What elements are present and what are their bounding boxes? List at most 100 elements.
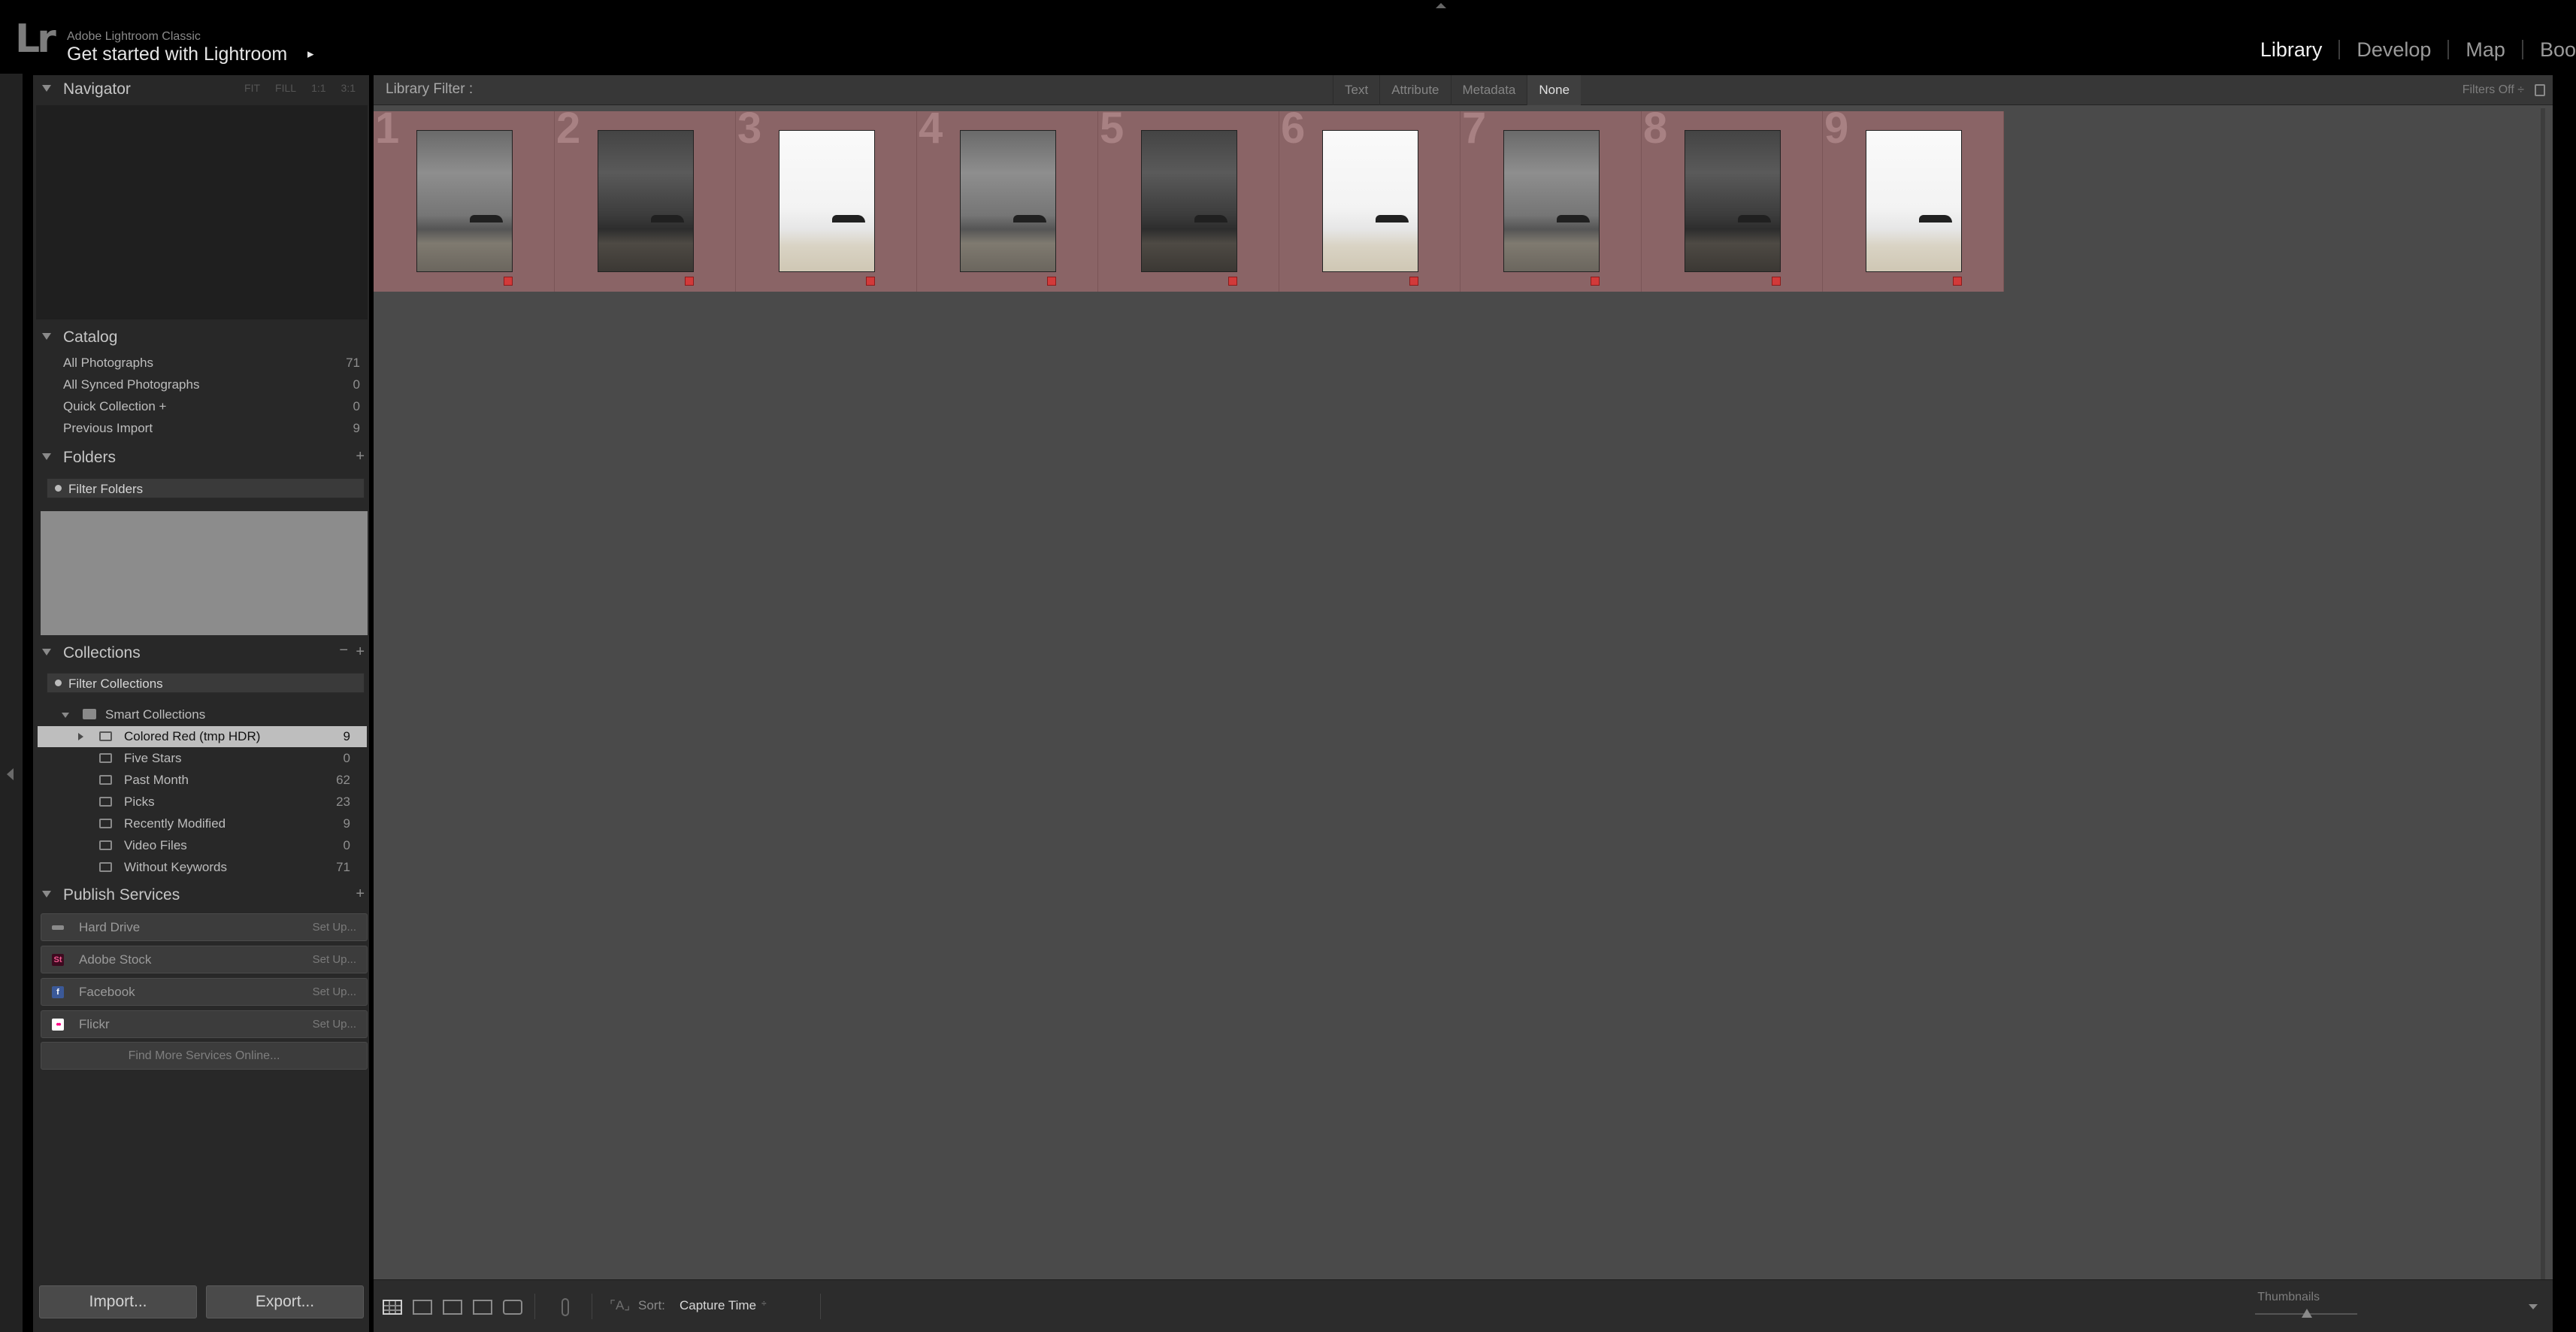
slider-handle-icon[interactable] [2302,1309,2312,1318]
compare-view-icon[interactable] [443,1300,462,1315]
collapse-triangle-icon[interactable] [42,649,51,655]
identity-plate[interactable]: Get started with Lightroom [67,44,287,65]
photo-thumbnail[interactable] [1685,130,1781,272]
publish-service-adobe-stock[interactable]: St Adobe Stock Set Up... [41,946,368,973]
module-develop[interactable]: Develop [2340,36,2447,63]
set-up-link[interactable]: Set Up... [313,921,356,934]
thumbnail-cell[interactable]: 9 [1823,107,2004,292]
filter-lock-icon[interactable] [2535,84,2545,96]
red-color-label-icon[interactable] [1591,277,1600,286]
publish-service-facebook[interactable]: f Facebook Set Up... [41,978,368,1006]
add-collection-icon[interactable]: + [356,643,365,661]
thumbnail-cell[interactable]: 2 [555,107,736,292]
collapse-triangle-icon[interactable] [42,891,51,898]
zoom-1-1[interactable]: 1:1 [311,82,325,94]
remove-collection-icon[interactable]: − [339,642,348,659]
smart-collections-folder[interactable]: Smart Collections [38,704,367,725]
find-more-services-button[interactable]: Find More Services Online... [41,1042,368,1070]
photo-thumbnail[interactable] [779,130,875,272]
import-button[interactable]: Import... [39,1285,197,1318]
set-up-link[interactable]: Set Up... [313,1018,356,1031]
catalog-item-all-synced[interactable]: All Synced Photographs 0 [33,374,369,395]
painter-spray-icon[interactable] [562,1298,569,1316]
top-panel-toggle-icon[interactable] [1436,3,1446,8]
module-book[interactable]: Boo [2523,36,2576,63]
loupe-view-icon[interactable] [413,1300,432,1315]
expand-triangle-icon[interactable] [78,733,83,740]
zoom-3-1[interactable]: 3:1 [341,82,356,94]
red-color-label-icon[interactable] [1047,277,1056,286]
thumbnail-cell[interactable]: 8 [1642,107,1823,292]
catalog-item-previous-import[interactable]: Previous Import 9 [33,417,369,439]
module-map[interactable]: Map [2449,36,2522,63]
identity-plate-arrow-icon[interactable]: ▸ [307,47,314,62]
photo-thumbnail[interactable] [598,130,694,272]
collection-item-video-files[interactable]: Video Files 0 [38,835,367,856]
red-color-label-icon[interactable] [504,277,513,286]
filter-tab-metadata[interactable]: Metadata [1450,75,1527,105]
add-publish-service-icon[interactable]: + [356,885,365,903]
thumbnail-cell[interactable]: 3 [736,107,917,292]
zoom-fill[interactable]: FILL [275,82,296,94]
sort-criteria-dropdown[interactable]: Capture Time [680,1298,756,1313]
filter-folders-input[interactable]: Filter Folders [47,478,365,498]
navigator-preview[interactable] [36,105,368,319]
thumbnail-cell[interactable]: 4 [917,107,1098,292]
thumbnail-cell[interactable]: 6 [1279,107,1461,292]
collection-item-picks[interactable]: Picks 23 [38,792,367,813]
left-panel-toggle-icon[interactable] [7,768,14,780]
folders-list[interactable] [41,511,368,635]
red-color-label-icon[interactable] [1953,277,1962,286]
expand-triangle-icon[interactable] [62,713,69,718]
add-folder-icon[interactable]: + [356,448,365,465]
catalog-item-quick-collection[interactable]: Quick Collection + 0 [33,395,369,417]
collection-item-without-keywords[interactable]: Without Keywords 71 [38,857,367,878]
collection-item-five-stars[interactable]: Five Stars 0 [38,748,367,769]
catalog-header[interactable]: Catalog [33,323,369,352]
red-color-label-icon[interactable] [1409,277,1418,286]
sort-dropdown-caret-icon[interactable]: ÷ [761,1298,767,1309]
folders-header[interactable]: Folders + [33,443,369,472]
photo-thumbnail[interactable] [960,130,1056,272]
collapse-triangle-icon[interactable] [42,453,51,460]
collection-item-colored-red[interactable]: Colored Red (tmp HDR) 9 [38,726,367,747]
red-color-label-icon[interactable] [1228,277,1237,286]
filter-tab-attribute[interactable]: Attribute [1379,75,1450,105]
photo-thumbnail[interactable] [1322,130,1418,272]
red-color-label-icon[interactable] [1772,277,1781,286]
red-color-label-icon[interactable] [685,277,694,286]
publish-services-header[interactable]: Publish Services + [33,881,369,910]
collection-item-past-month[interactable]: Past Month 62 [38,770,367,791]
grid-scrollbar[interactable] [2541,108,2545,1296]
thumbnail-cell[interactable]: 1 [374,107,555,292]
filter-preset-dropdown[interactable]: Filters Off ÷ [2462,83,2524,97]
zoom-fit[interactable]: FIT [244,82,260,94]
thumbnail-cell[interactable]: 5 [1098,107,1279,292]
photo-thumbnail[interactable] [1866,130,1962,272]
people-view-icon[interactable] [503,1300,522,1315]
export-button[interactable]: Export... [206,1285,364,1318]
grid-view-icon[interactable] [383,1300,402,1315]
left-panel-edge[interactable] [0,74,23,1332]
navigator-header[interactable]: Navigator FIT FILL 1:1 3:1 [33,75,369,104]
collections-header[interactable]: Collections − + [33,639,369,668]
catalog-item-all-photographs[interactable]: All Photographs 71 [33,352,369,374]
filter-tab-none[interactable]: None [1527,75,1582,105]
filter-tab-text[interactable]: Text [1333,75,1379,105]
sort-direction-icon[interactable]: ⌜A⌟ [610,1298,630,1313]
collapse-triangle-icon[interactable] [42,85,51,92]
photo-thumbnail[interactable] [1503,130,1600,272]
collection-item-recently-modified[interactable]: Recently Modified 9 [38,813,367,834]
filter-collections-input[interactable]: Filter Collections [47,673,365,693]
set-up-link[interactable]: Set Up... [313,985,356,998]
photo-thumbnail[interactable] [1141,130,1237,272]
publish-service-flickr[interactable]: •• Flickr Set Up... [41,1010,368,1038]
survey-view-icon[interactable] [473,1300,492,1315]
module-library[interactable]: Library [2244,36,2339,63]
publish-service-hard-drive[interactable]: Hard Drive Set Up... [41,913,368,941]
collapse-triangle-icon[interactable] [42,333,51,340]
red-color-label-icon[interactable] [866,277,875,286]
set-up-link[interactable]: Set Up... [313,953,356,966]
toolbar-content-menu-icon[interactable] [2529,1304,2538,1309]
photo-thumbnail[interactable] [416,130,513,272]
